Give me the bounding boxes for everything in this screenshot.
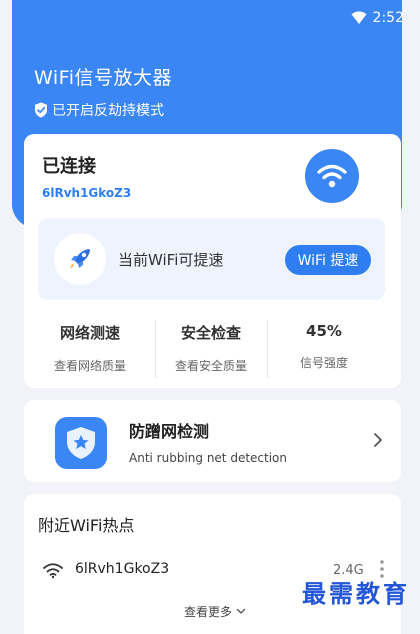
stat-label: 查看网络质量 <box>53 359 126 373</box>
speedup-text: 当前WiFi可提速 <box>118 251 224 269</box>
stat-value: 安全检查 <box>180 324 241 342</box>
anti-rubbing-title: 防蹭网检测 <box>129 422 210 441</box>
status-wifi-icon <box>351 11 367 24</box>
connected-ssid: 6lRvh1GkoZ3 <box>42 186 132 200</box>
anti-hijack-status: 已开启反劫持模式 <box>34 100 164 120</box>
stat-security-check[interactable]: 安全检查 查看安全质量 <box>156 322 266 374</box>
wifi-connected-icon[interactable] <box>305 149 359 203</box>
hotspot-wifi-icon <box>43 563 63 579</box>
nearby-title: 附近WiFi热点 <box>38 516 135 535</box>
stats-row: 网络测速 查看网络质量 安全检查 查看安全质量 45% 信号强度 <box>24 314 401 380</box>
nearby-hotspots-card: 附近WiFi热点 6lRvh1GkoZ3 2.4G 查看更多 <box>24 494 401 634</box>
anti-hijack-label: 已开启反劫持模式 <box>52 103 164 119</box>
chevron-down-icon <box>236 608 246 614</box>
see-more-button[interactable]: 查看更多 <box>184 603 246 620</box>
stat-label: 信号强度 <box>299 356 348 370</box>
stat-label: 查看安全质量 <box>174 359 247 373</box>
stat-value: 45% <box>306 322 342 340</box>
stat-value: 网络测速 <box>59 324 120 342</box>
speedup-panel: 当前WiFi可提速 WiFi 提速 <box>38 218 385 300</box>
anti-rubbing-card[interactable]: 防蹭网检测 Anti rubbing net detection <box>24 400 401 482</box>
anti-rubbing-subtitle: Anti rubbing net detection <box>129 451 287 465</box>
status-time: 2:52 <box>372 10 404 26</box>
divider <box>267 320 268 378</box>
chevron-right-icon <box>374 433 382 447</box>
wifi-speedup-button[interactable]: WiFi 提速 <box>285 245 371 275</box>
shield-star-icon <box>55 417 107 469</box>
status-bar: 2:52 <box>12 8 404 30</box>
stat-signal-strength[interactable]: 45% 信号强度 <box>269 322 379 371</box>
see-more-label: 查看更多 <box>184 605 233 619</box>
connection-card: 已连接 6lRvh1GkoZ3 当前WiFi可提速 WiFi 提速 网络测速 查… <box>24 134 401 388</box>
rocket-icon <box>54 233 106 285</box>
shield-check-icon <box>35 102 47 118</box>
stat-speed-test[interactable]: 网络测速 查看网络质量 <box>35 322 145 374</box>
connection-status: 已连接 <box>42 156 96 177</box>
hotspot-ssid: 6lRvh1GkoZ3 <box>75 561 170 577</box>
watermark: 最需教育 <box>302 579 410 608</box>
app-title: WiFi信号放大器 <box>34 67 172 89</box>
